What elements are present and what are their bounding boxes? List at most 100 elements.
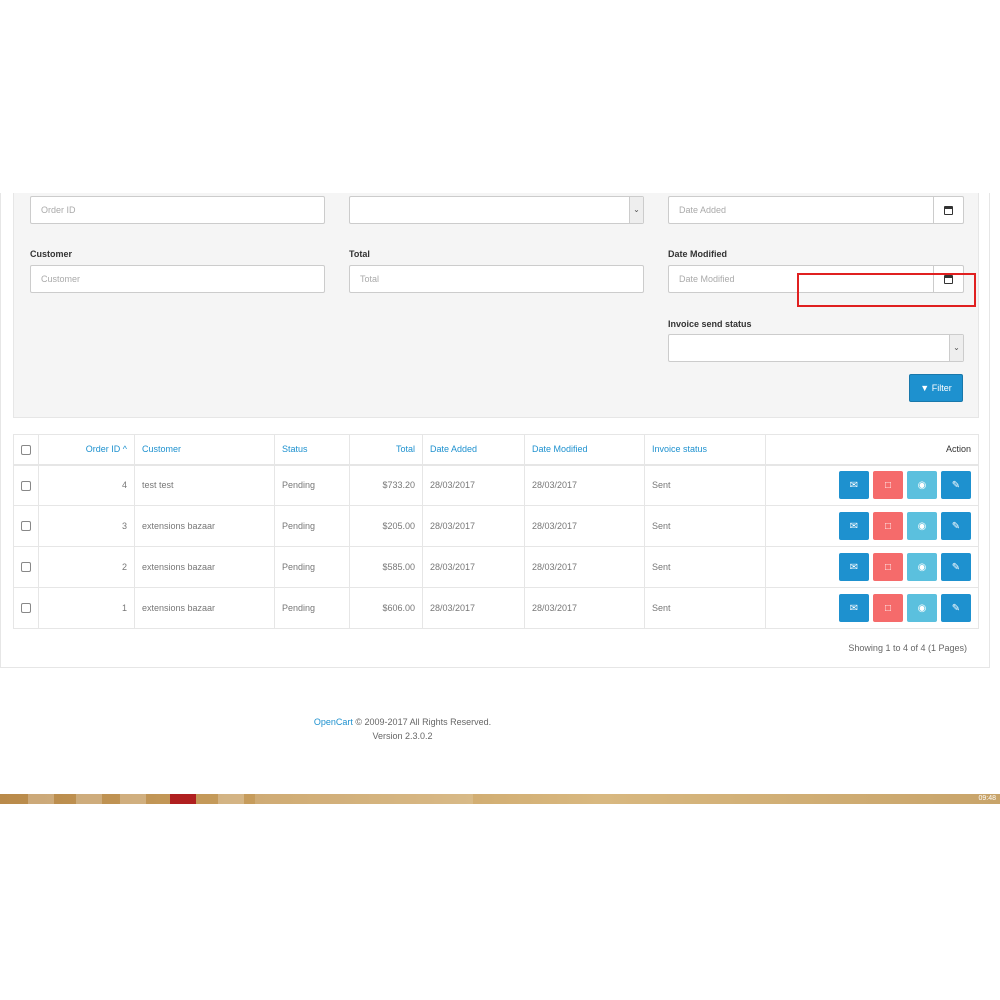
action-cell: ✉ □ ◉ ✎ <box>765 505 979 547</box>
row-select-cell <box>13 587 39 629</box>
eye-icon: ◉ <box>917 479 927 491</box>
taskbar-app-icon[interactable] <box>170 794 196 804</box>
file-pdf-icon: □ <box>884 520 892 532</box>
envelope-icon: ✉ <box>849 602 859 614</box>
total-input[interactable]: Total <box>349 265 644 293</box>
edit-button[interactable]: ✎ <box>941 471 971 500</box>
row-checkbox[interactable] <box>21 603 31 614</box>
total-cell: $733.20 <box>349 464 423 506</box>
taskbar-window-button[interactable] <box>255 794 473 804</box>
invoice-send-status-label: Invoice send status <box>668 319 752 329</box>
date-added-cell: 28/03/2017 <box>422 546 525 588</box>
taskbar-folder-icon[interactable] <box>28 794 54 804</box>
customer-label: Customer <box>30 249 73 259</box>
column-date-modified[interactable]: Date Modified <box>524 434 645 466</box>
envelope-icon: ✉ <box>849 520 859 532</box>
table-row: 1 extensions bazaar Pending $606.00 28/0… <box>13 587 979 629</box>
filter-button[interactable]: ▼ Filter <box>909 374 963 402</box>
total-cell: $585.00 <box>349 546 423 588</box>
pdf-invoice-button[interactable]: □ <box>873 594 903 622</box>
column-order-id-label[interactable]: Order ID <box>86 444 121 454</box>
action-cell: ✉ □ ◉ ✎ <box>765 464 979 506</box>
select-all-checkbox[interactable] <box>21 444 31 455</box>
taskbar-document-icon[interactable] <box>120 794 146 804</box>
file-pdf-icon: □ <box>884 602 892 614</box>
view-button[interactable]: ◉ <box>907 594 937 622</box>
total-cell: $205.00 <box>349 505 423 547</box>
footer-copyright-line: OpenCart © 2009-2017 All Rights Reserved… <box>0 715 805 729</box>
column-order-id[interactable]: Order ID ^ <box>38 434 135 466</box>
table-row: 3 extensions bazaar Pending $205.00 28/0… <box>13 505 979 547</box>
order-id-input[interactable]: Order ID <box>30 196 325 224</box>
opencart-link[interactable]: OpenCart <box>314 717 353 727</box>
date-modified-cell: 28/03/2017 <box>524 505 645 547</box>
pdf-invoice-button[interactable]: □ <box>873 553 903 581</box>
row-checkbox[interactable] <box>21 521 31 532</box>
chevron-down-icon: ⌄ <box>949 335 963 361</box>
taskbar-file-icon[interactable] <box>218 794 244 804</box>
file-pdf-icon: □ <box>884 479 892 491</box>
customer-cell: extensions bazaar <box>134 505 275 547</box>
invoice-send-status-select[interactable]: ⌄ <box>668 334 964 362</box>
invoice-status-cell: Sent <box>644 464 766 506</box>
send-invoice-button[interactable]: ✉ <box>839 594 869 622</box>
view-button[interactable]: ◉ <box>907 512 937 540</box>
column-invoice-status[interactable]: Invoice status <box>644 434 766 466</box>
edit-button[interactable]: ✎ <box>941 553 971 581</box>
status-cell: Pending <box>274 546 350 588</box>
order-id-cell: 1 <box>38 587 135 629</box>
order-status-select[interactable]: ⌄ <box>349 196 644 224</box>
eye-icon: ◉ <box>917 520 927 532</box>
select-all-cell <box>13 434 39 466</box>
pencil-icon: ✎ <box>951 561 961 573</box>
pencil-icon: ✎ <box>951 602 961 614</box>
action-buttons: ✉ □ ◉ ✎ <box>773 553 971 581</box>
filter-icon: ▼ <box>920 383 930 393</box>
send-invoice-button[interactable]: ✉ <box>839 553 869 581</box>
pagination-summary: Showing 1 to 4 of 4 (1 Pages) <box>848 643 967 653</box>
status-cell: Pending <box>274 505 350 547</box>
customer-cell: extensions bazaar <box>134 546 275 588</box>
edit-button[interactable]: ✎ <box>941 594 971 622</box>
customer-cell: extensions bazaar <box>134 587 275 629</box>
taskbar-clock: 09:48 <box>978 795 996 802</box>
footer: OpenCart © 2009-2017 All Rights Reserved… <box>0 715 805 743</box>
row-checkbox[interactable] <box>21 562 31 573</box>
status-cell: Pending <box>274 587 350 629</box>
orders-table: Order ID ^ Customer Status Total Date Ad… <box>13 434 979 629</box>
table-header-row: Order ID ^ Customer Status Total Date Ad… <box>13 434 979 466</box>
send-invoice-button[interactable]: ✉ <box>839 471 869 500</box>
customer-input[interactable]: Customer <box>30 265 325 293</box>
view-button[interactable]: ◉ <box>907 553 937 581</box>
action-cell: ✉ □ ◉ ✎ <box>765 546 979 588</box>
eye-icon: ◉ <box>917 561 927 573</box>
sort-asc-icon: ^ <box>122 444 127 455</box>
eye-icon: ◉ <box>917 602 927 614</box>
action-buttons: ✉ □ ◉ ✎ <box>773 594 971 622</box>
view-button[interactable]: ◉ <box>907 471 937 500</box>
send-invoice-button[interactable]: ✉ <box>839 512 869 540</box>
chevron-down-icon: ⌄ <box>629 197 643 223</box>
invoice-status-cell: Sent <box>644 587 766 629</box>
taskbar-skype-icon[interactable] <box>76 794 102 804</box>
column-status[interactable]: Status <box>274 434 350 466</box>
column-total[interactable]: Total <box>349 434 423 466</box>
date-added-calendar-button[interactable] <box>934 196 964 224</box>
column-date-added[interactable]: Date Added <box>422 434 525 466</box>
row-select-cell <box>13 464 39 506</box>
edit-button[interactable]: ✎ <box>941 512 971 540</box>
row-checkbox[interactable] <box>21 480 31 491</box>
date-added-input[interactable]: Date Added <box>668 196 934 224</box>
customer-cell: test test <box>134 464 275 506</box>
column-customer[interactable]: Customer <box>134 434 275 466</box>
table-row: 2 extensions bazaar Pending $585.00 28/0… <box>13 546 979 588</box>
pdf-invoice-button[interactable]: □ <box>873 471 903 500</box>
row-select-cell <box>13 546 39 588</box>
order-id-cell: 4 <box>38 464 135 506</box>
row-select-cell <box>13 505 39 547</box>
calendar-icon <box>944 205 953 215</box>
version-text: Version 2.3.0.2 <box>372 731 433 741</box>
file-pdf-icon: □ <box>884 561 892 573</box>
pdf-invoice-button[interactable]: □ <box>873 512 903 540</box>
date-added-cell: 28/03/2017 <box>422 587 525 629</box>
